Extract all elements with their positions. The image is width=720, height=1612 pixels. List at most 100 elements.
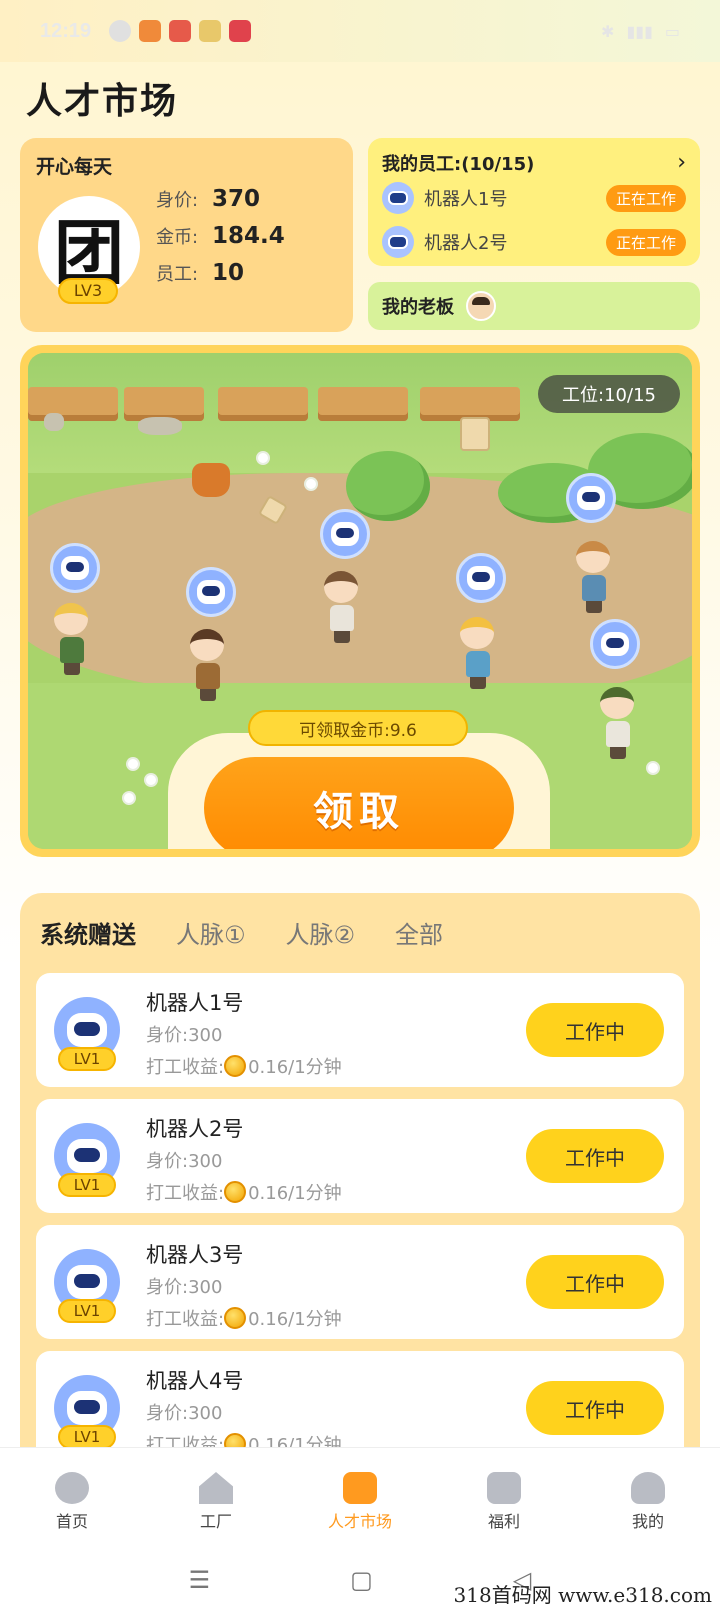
- tab-all[interactable]: 全部: [395, 915, 443, 963]
- flower: [124, 793, 134, 803]
- status-bar: 12:19 ✱ ▮▮▮ ▭: [0, 0, 720, 62]
- coin-icon: [224, 1055, 247, 1077]
- flower: [146, 775, 156, 785]
- worker-character[interactable]: [190, 629, 226, 703]
- fence: [124, 387, 204, 421]
- working-button[interactable]: 工作中: [526, 1003, 664, 1057]
- worker-character[interactable]: [460, 617, 496, 691]
- tab-network-2[interactable]: 人脉②: [286, 915, 356, 963]
- flower: [648, 763, 658, 773]
- list-item[interactable]: LV1 机器人4号 身价:300 打工收益: 0.16/1分钟 工作中: [36, 1351, 684, 1453]
- stat-coins: 金币: 184.4: [156, 223, 285, 260]
- stat-label: 身价:: [156, 190, 199, 211]
- status-time: 12:19: [40, 19, 92, 42]
- list-item[interactable]: LV1 机器人2号 身价:300 打工收益: 0.16/1分钟 工作中: [36, 1099, 684, 1213]
- edit-app-icon: [199, 20, 222, 42]
- stat-value: 370: [212, 186, 261, 212]
- music-app-icon: [229, 20, 252, 42]
- income-value: 0.16/1分钟: [248, 1057, 342, 1078]
- tab-system-gift[interactable]: 系统赠送: [40, 915, 136, 979]
- profile-card: 开心每天 团 LV3 身价: 370 金币: 184.4 员工: 10: [20, 138, 353, 332]
- bottom-nav: 首页 工厂 人才市场 福利 我的: [0, 1447, 720, 1547]
- working-button[interactable]: 工作中: [526, 1129, 664, 1183]
- stone: [138, 417, 182, 435]
- working-button[interactable]: 工作中: [526, 1381, 664, 1435]
- robot-avatar[interactable]: [590, 619, 640, 669]
- game-app-icon: [169, 20, 192, 42]
- stone: [44, 413, 64, 431]
- employee-row[interactable]: 机器人2号 正在工作: [382, 220, 686, 264]
- system-status-icons: ✱ ▮▮▮ ▭: [601, 22, 680, 41]
- stat-employees: 员工: 10: [156, 260, 285, 297]
- watermark: 318首码网 www.e318.com: [453, 1583, 712, 1607]
- robot-list-panel: 系统赠送 人脉① 人脉② 全部 LV1 机器人1号 身价:300 打工收益: 0…: [20, 893, 700, 1453]
- nav-label: 人才市场: [327, 1512, 392, 1531]
- bluetooth-icon: ✱: [601, 21, 615, 41]
- income-label: 打工收益:: [146, 1183, 225, 1204]
- nav-factory[interactable]: 工厂: [144, 1448, 288, 1547]
- coin-icon: [224, 1307, 247, 1329]
- worker-character[interactable]: [600, 687, 636, 761]
- chevron-right-icon[interactable]: ›: [677, 150, 686, 176]
- robot-list: LV1 机器人1号 身价:300 打工收益: 0.16/1分钟 工作中 LV1 …: [20, 963, 700, 1453]
- robot-avatar[interactable]: [566, 473, 616, 523]
- robot-avatar[interactable]: [186, 567, 236, 617]
- signal-icon: ▮▮▮: [626, 21, 653, 41]
- nav-label: 首页: [55, 1512, 88, 1531]
- store-icon: [343, 1472, 377, 1504]
- worker-character[interactable]: [324, 571, 360, 645]
- robot-avatar[interactable]: [456, 553, 506, 603]
- income-value: 0.16/1分钟: [248, 1183, 342, 1204]
- fence: [318, 387, 408, 421]
- avatar[interactable]: 团 LV3: [38, 196, 140, 304]
- stat-label: 金币:: [156, 227, 199, 248]
- page-title: 人才市场: [26, 81, 179, 122]
- robot-icon: [382, 226, 414, 258]
- gift-icon: [487, 1472, 521, 1504]
- crate: [460, 417, 490, 451]
- planet-icon: [55, 1472, 89, 1504]
- worker-character[interactable]: [54, 603, 90, 677]
- notification-icons: [109, 20, 252, 42]
- nav-home[interactable]: 首页: [0, 1448, 144, 1547]
- profile-stats: 身价: 370 金币: 184.4 员工: 10: [156, 186, 285, 297]
- income-label: 打工收益:: [146, 1057, 225, 1078]
- nav-talent-market[interactable]: 人才市场: [288, 1448, 432, 1547]
- robot-avatar[interactable]: [50, 543, 100, 593]
- bush: [346, 451, 430, 521]
- claim-button[interactable]: 领取: [204, 757, 514, 849]
- working-status-badge: 正在工作: [605, 228, 686, 256]
- employee-row[interactable]: 机器人1号 正在工作: [382, 176, 686, 220]
- worker-character[interactable]: [576, 541, 612, 615]
- battery-icon: ▭: [664, 21, 680, 41]
- employee-name: 机器人2号: [424, 233, 508, 254]
- employee-name: 机器人1号: [424, 189, 508, 210]
- nav-label: 我的: [631, 1512, 664, 1531]
- menu-icon[interactable]: ☰: [189, 1566, 211, 1594]
- stat-label: 员工:: [156, 264, 199, 285]
- stat-value: 184.4: [212, 223, 285, 249]
- source-tabs: 系统赠送 人脉① 人脉② 全部: [20, 893, 700, 979]
- tab-network-1[interactable]: 人脉①: [176, 915, 246, 963]
- employees-header: 我的员工:(10/15) ›: [382, 150, 686, 176]
- working-button[interactable]: 工作中: [526, 1255, 664, 1309]
- nav-label: 福利: [487, 1512, 520, 1531]
- house-icon: [199, 1472, 233, 1504]
- nav-label: 工厂: [199, 1512, 232, 1531]
- claimable-coins-label: 可领取金币:9.6: [248, 710, 468, 746]
- my-boss-card[interactable]: 我的老板: [368, 282, 700, 330]
- list-item[interactable]: LV1 机器人1号 身价:300 打工收益: 0.16/1分钟 工作中: [36, 973, 684, 1087]
- nav-welfare[interactable]: 福利: [432, 1448, 576, 1547]
- list-item[interactable]: LV1 机器人3号 身价:300 打工收益: 0.16/1分钟 工作中: [36, 1225, 684, 1339]
- nav-mine[interactable]: 我的: [576, 1448, 720, 1547]
- robot-avatar[interactable]: [320, 509, 370, 559]
- income-value: 0.16/1分钟: [248, 1309, 342, 1330]
- flower: [128, 759, 138, 769]
- home-icon[interactable]: ▢: [350, 1566, 373, 1594]
- my-employees-card[interactable]: 我的员工:(10/15) › 机器人1号 正在工作 机器人2号 正在工作: [368, 138, 700, 266]
- employees-title: 我的员工:(10/15): [382, 154, 535, 175]
- working-status-badge: 正在工作: [605, 184, 686, 212]
- factory-scene: 工位:10/15 可领取金币:9.6 领取: [20, 345, 700, 857]
- stat-value: 10: [212, 260, 245, 286]
- scene-canvas: 工位:10/15 可领取金币:9.6 领取: [28, 353, 692, 849]
